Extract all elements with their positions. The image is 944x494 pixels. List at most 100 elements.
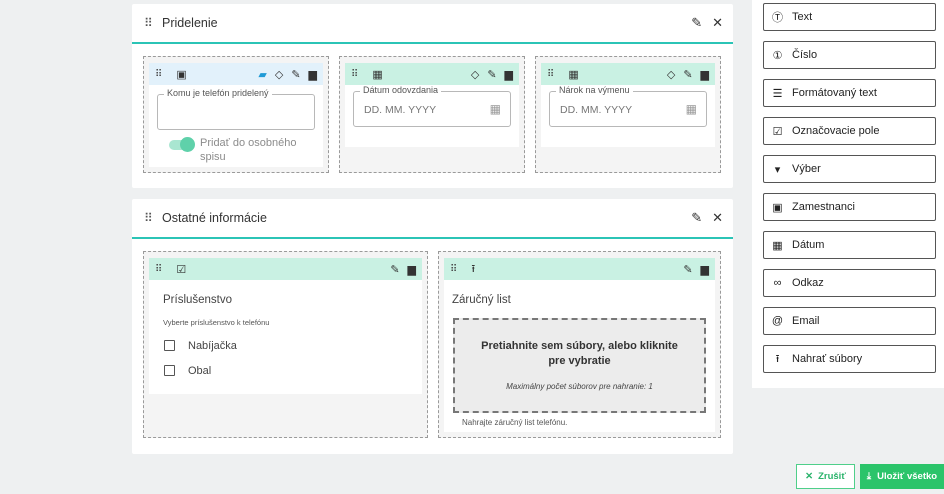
close-icon: ✕ <box>805 471 814 482</box>
trash-icon[interactable]: ▆ <box>408 263 416 276</box>
tag-icon[interactable]: ◇ <box>275 68 283 81</box>
select-icon: ▾ <box>774 163 781 176</box>
tag-icon[interactable]: ◇ <box>667 68 675 81</box>
palette-label: Email <box>792 315 820 327</box>
employee-icon: ▣ <box>772 201 783 214</box>
edit-icon[interactable]: ✎ <box>487 68 496 81</box>
palette-item-number[interactable]: ① Číslo <box>763 41 936 69</box>
field-legend: Dátum odovzdania <box>360 85 442 95</box>
field-legend: Nárok na výmenu <box>556 85 633 95</box>
trash-icon[interactable]: ▆ <box>701 263 709 276</box>
section-title: Ostatné informácie <box>162 211 267 225</box>
drag-handle-icon[interactable]: ⠿ <box>450 264 457 275</box>
drag-handle-icon[interactable]: ⠿ <box>155 264 162 275</box>
close-icon[interactable]: ✕ <box>712 15 723 31</box>
palette-label: Zamestnanci <box>792 201 855 213</box>
palette-label: Výber <box>792 163 821 175</box>
field-label: Záručný list <box>452 294 511 306</box>
return-date-input[interactable]: Dátum odovzdania DD. MM. YYYY ▦ <box>353 85 511 127</box>
field-palette: Ⓣ Text ① Číslo ☰ Formátovaný text ☑ Ozna… <box>752 0 944 388</box>
field-toolbar: ⠿ ▦ ◇ ✎ ▆ <box>541 63 715 85</box>
drag-handle-icon[interactable]: ⠿ <box>351 69 358 80</box>
file-dropzone[interactable]: Pretiahnite sem súbory, alebo kliknite p… <box>453 318 706 413</box>
drag-handle-icon[interactable]: ⠿ <box>547 69 554 80</box>
edit-icon[interactable]: ✎ <box>691 210 702 226</box>
palette-label: Označovacie pole <box>792 125 880 137</box>
field-return-date[interactable]: ⠿ ▦ ◇ ✎ ▆ Dátum odovzdania DD. MM. YYYY … <box>339 56 525 173</box>
accessory-option[interactable]: Obal <box>149 358 422 383</box>
dropzone-limit: Maximálny počet súborov pre nahranie: 1 <box>506 382 653 391</box>
checkbox[interactable] <box>164 340 175 351</box>
exchange-entitlement-input[interactable]: Nárok na výmenu DD. MM. YYYY ▦ <box>549 85 707 127</box>
checkbox-icon: ☑ <box>772 125 783 138</box>
field-toolbar: ⠿ ⭱ ✎ ▆ <box>444 258 715 280</box>
field-phone-assigned[interactable]: ⠿ ▣ ▰ ◇ ✎ ▆ Komu je telefón pridelený Pr… <box>143 56 329 173</box>
option-label: Obal <box>188 364 212 377</box>
field-label: Príslušenstvo <box>163 294 233 306</box>
checkbox[interactable] <box>164 365 175 376</box>
palette-label: Dátum <box>792 239 825 251</box>
palette-label: Text <box>792 11 813 23</box>
field-exchange-entitlement[interactable]: ⠿ ▦ ◇ ✎ ▆ Nárok na výmenu DD. MM. YYYY ▦ <box>535 56 721 173</box>
field-warranty[interactable]: ⠿ ⭱ ✎ ▆ Záručný list Pretiahnite sem súb… <box>438 251 721 438</box>
calendar-picker-icon[interactable]: ▦ <box>490 102 501 116</box>
trash-icon[interactable]: ▆ <box>309 68 317 81</box>
palette-item-email[interactable]: @ Email <box>763 307 936 335</box>
palette-label: Odkaz <box>792 277 824 289</box>
accessory-option[interactable]: Nabíjačka <box>149 333 422 358</box>
employee-icon: ▣ <box>176 68 187 81</box>
close-icon[interactable]: ✕ <box>712 210 723 226</box>
drag-handle-icon[interactable]: ⠿ <box>144 16 158 30</box>
calendar-picker-icon[interactable]: ▦ <box>686 102 697 116</box>
option-label: Nabíjačka <box>188 339 237 352</box>
palette-item-link[interactable]: ∞ Odkaz <box>763 269 936 297</box>
trash-icon[interactable]: ▆ <box>701 68 709 81</box>
download-icon: ⤓ <box>866 471 872 482</box>
section-title: Pridelenie <box>162 16 218 30</box>
edit-icon[interactable]: ✎ <box>683 263 692 276</box>
palette-label: Formátovaný text <box>792 87 877 99</box>
drag-handle-icon[interactable]: ⠿ <box>155 69 162 80</box>
date-placeholder: DD. MM. YYYY <box>560 104 633 116</box>
personal-file-toggle[interactable] <box>169 137 195 152</box>
field-legend: Komu je telefón pridelený <box>164 88 272 98</box>
palette-item-text[interactable]: Ⓣ Text <box>763 3 936 31</box>
drag-handle-icon[interactable]: ⠿ <box>144 211 158 225</box>
number-icon: ① <box>772 49 783 62</box>
field-accessories[interactable]: ⠿ ☑ ✎ ▆ Príslušenstvo Vyberte príslušens… <box>143 251 428 438</box>
edit-icon[interactable]: ✎ <box>390 263 399 276</box>
palette-item-date[interactable]: ▦ Dátum <box>763 231 936 259</box>
folder-user-icon[interactable]: ▰ <box>258 68 266 81</box>
palette-item-upload[interactable]: ⭱ Nahrať súbory <box>763 345 936 373</box>
cancel-label: Zrušiť <box>818 471 846 482</box>
edit-icon[interactable]: ✎ <box>291 68 300 81</box>
calendar-icon: ▦ <box>772 239 783 252</box>
palette-item-formatted-text[interactable]: ☰ Formátovaný text <box>763 79 936 107</box>
upload-icon: ⭱ <box>775 352 780 365</box>
formatted-text-icon: ☰ <box>772 87 783 100</box>
palette-item-select[interactable]: ▾ Výber <box>763 155 936 183</box>
link-icon: ∞ <box>773 277 782 289</box>
checkbox-icon: ☑ <box>176 263 187 276</box>
phone-assigned-input[interactable]: Komu je telefón pridelený <box>157 88 315 130</box>
calendar-icon: ▦ <box>568 68 579 81</box>
edit-icon[interactable]: ✎ <box>691 15 702 31</box>
section-other-info: ⠿ Ostatné informácie ✎ ✕ ⠿ ☑ ✎ ▆ Prísluš… <box>132 199 733 454</box>
field-toolbar: ⠿ ▦ ◇ ✎ ▆ <box>345 63 519 85</box>
tag-icon[interactable]: ◇ <box>471 68 479 81</box>
palette-item-checkbox[interactable]: ☑ Označovacie pole <box>763 117 936 145</box>
save-all-button[interactable]: ⤓ Uložiť všetko <box>860 464 944 489</box>
field-toolbar: ⠿ ☑ ✎ ▆ <box>149 258 422 280</box>
field-help: Nahrajte záručný list telefónu. <box>462 418 568 427</box>
palette-item-employees[interactable]: ▣ Zamestnanci <box>763 193 936 221</box>
at-icon: @ <box>771 315 784 327</box>
dropzone-title: Pretiahnite sem súbory, alebo kliknite p… <box>481 340 678 367</box>
date-placeholder: DD. MM. YYYY <box>364 104 437 116</box>
cancel-button[interactable]: ✕ Zrušiť <box>796 464 855 489</box>
calendar-icon: ▦ <box>372 68 383 81</box>
section-assignment: ⠿ Pridelenie ✎ ✕ ⠿ ▣ ▰ ◇ ✎ ▆ Komu je tel… <box>132 4 733 188</box>
upload-icon: ⭱ <box>471 262 476 275</box>
trash-icon[interactable]: ▆ <box>505 68 513 81</box>
toggle-label: Pridať do osobného spisu <box>200 137 297 163</box>
edit-icon[interactable]: ✎ <box>683 68 692 81</box>
